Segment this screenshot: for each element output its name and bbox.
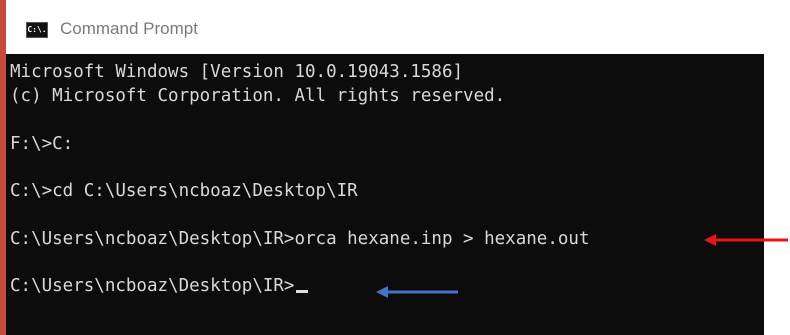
console-line-prompt[interactable]: C:\Users\ncboaz\Desktop\IR> [10,274,309,298]
title-bar[interactable]: C:\. Command Prompt [6,0,764,54]
red-arrow-icon [704,234,788,246]
prompt-text: C:\Users\ncboaz\Desktop\IR> [10,276,295,296]
console-icon: C:\. [26,22,48,38]
window-title: Command Prompt [60,19,198,38]
console-line-copyright: (c) Microsoft Corporation. All rights re… [10,86,506,106]
blue-arrow-icon [376,286,458,298]
command-prompt-window: C:\. Command Prompt Microsoft Windows [V… [0,0,790,335]
text-cursor [296,290,309,293]
console-line-orca: C:\Users\ncboaz\Desktop\IR>orca hexane.i… [10,229,590,249]
console-line-version: Microsoft Windows [Version 10.0.19043.15… [10,62,464,82]
console-line-cd: C:\>cd C:\Users\ncboaz\Desktop\IR [10,181,358,201]
console-line-drive: F:\>C: [10,134,74,154]
